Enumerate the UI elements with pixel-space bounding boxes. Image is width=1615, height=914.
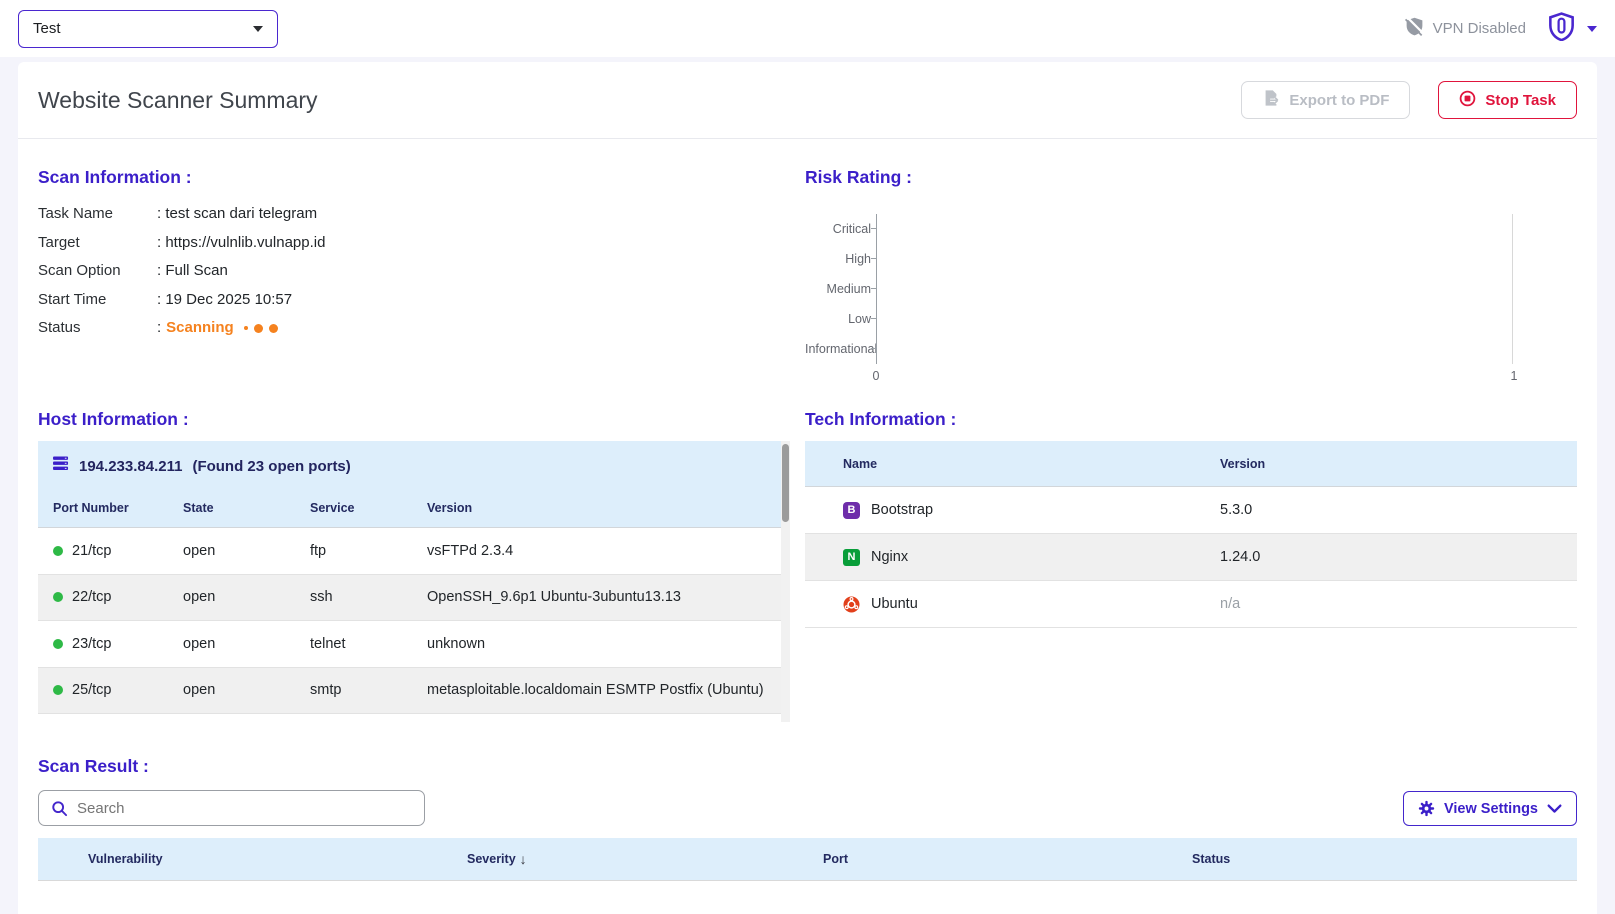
sort-desc-icon: ↓ xyxy=(520,851,527,867)
host-information-section: Host Information : xyxy=(38,409,790,722)
page-background: Website Scanner Summary Export to PDF xyxy=(0,57,1615,914)
port-open-dot-icon xyxy=(53,546,63,556)
result-col-port[interactable]: Port xyxy=(823,852,1192,866)
topbar: Test VPN Disabled xyxy=(0,0,1615,57)
task-selector[interactable]: Test xyxy=(18,10,278,48)
nginx-icon: N xyxy=(843,549,860,566)
file-export-icon xyxy=(1262,89,1280,111)
search-icon xyxy=(51,800,68,817)
export-pdf-button[interactable]: Export to PDF xyxy=(1241,81,1410,119)
chart-ylabel: Medium xyxy=(805,274,871,304)
host-col-version: Version xyxy=(427,501,775,515)
scan-info-row: Target : https://vulnlib.vulnapp.id xyxy=(38,229,790,258)
stop-task-button[interactable]: Stop Task xyxy=(1438,81,1577,119)
scan-information-section: Scan Information : Task Name : test scan… xyxy=(38,167,790,385)
account-menu-caret-icon[interactable] xyxy=(1587,26,1597,32)
risk-rating-title: Risk Rating : xyxy=(805,167,1577,188)
port-open-dot-icon xyxy=(53,685,63,695)
vpn-disabled-icon xyxy=(1404,16,1425,42)
search-box xyxy=(38,790,425,826)
summary-card: Website Scanner Summary Export to PDF xyxy=(18,62,1597,914)
risk-rating-section: Risk Rating : Critical High Medium Low I… xyxy=(805,167,1577,385)
view-settings-button[interactable]: View Settings xyxy=(1403,791,1577,826)
page-title: Website Scanner Summary xyxy=(38,87,318,114)
scan-info-row: Start Time : 19 Dec 2025 10:57 xyxy=(38,286,790,315)
gear-icon xyxy=(1418,800,1435,817)
app-shield-logo-icon xyxy=(1548,12,1575,46)
scan-result-title: Scan Result : xyxy=(38,756,1577,777)
table-row: 21/tcp open ftp vsFTPd 2.3.4 xyxy=(38,528,790,575)
risk-rating-chart: Critical High Medium Low Informational xyxy=(805,214,1577,364)
tech-col-name: Name xyxy=(843,457,1220,471)
chart-ylabel: Informational xyxy=(805,334,871,364)
status-badge: Scanning xyxy=(166,314,234,343)
port-open-dot-icon xyxy=(53,639,63,649)
task-selector-value: Test xyxy=(33,20,61,37)
scan-status-row: Status : Scanning xyxy=(38,314,790,343)
ubuntu-icon xyxy=(843,596,860,613)
table-row: 23/tcp open telnet unknown xyxy=(38,621,790,668)
chart-ylabel: High xyxy=(805,244,871,274)
tech-table: Name Version B Bootstrap 5.3.0 N Ngin xyxy=(805,441,1577,628)
chevron-down-icon xyxy=(253,26,263,32)
server-icon xyxy=(53,456,69,476)
search-input[interactable] xyxy=(77,800,412,817)
scan-info-row: Task Name : test scan dari telegram xyxy=(38,200,790,229)
result-col-severity[interactable]: Severity ↓ xyxy=(467,851,823,867)
table-row: B Bootstrap 5.3.0 xyxy=(805,487,1577,534)
chart-xtick: 1 xyxy=(1511,369,1518,383)
chart-plot-area xyxy=(876,214,1513,364)
tech-information-section: Tech Information : Name Version B Bootst… xyxy=(805,409,1577,722)
host-table: 194.233.84.211 (Found 23 open ports) Por… xyxy=(38,441,790,722)
host-table-scrollbar[interactable] xyxy=(781,441,790,722)
port-open-dot-icon xyxy=(53,592,63,602)
chart-ylabel: Low xyxy=(805,304,871,334)
vpn-status-label: VPN Disabled xyxy=(1433,20,1526,37)
result-col-status[interactable]: Status xyxy=(1192,852,1577,866)
scrollbar-thumb[interactable] xyxy=(782,444,789,522)
table-row: 25/tcp open smtp metasploitable.localdom… xyxy=(38,668,790,715)
table-row: Ubuntu n/a xyxy=(805,581,1577,628)
scan-result-table-header: Vulnerability Severity ↓ Port Status xyxy=(38,838,1577,881)
tech-col-version: Version xyxy=(1220,457,1563,471)
host-col-state: State xyxy=(183,501,310,515)
table-row: 22/tcp open ssh OpenSSH_9.6p1 Ubuntu-3ub… xyxy=(38,575,790,622)
scan-information-title: Scan Information : xyxy=(38,167,790,188)
chart-ylabel: Critical xyxy=(805,214,871,244)
bootstrap-icon: B xyxy=(843,502,860,519)
scan-result-section: Scan Result : xyxy=(38,756,1577,881)
stop-circle-icon xyxy=(1459,90,1476,111)
host-col-port: Port Number xyxy=(53,501,183,515)
host-information-title: Host Information : xyxy=(38,409,790,430)
host-col-service: Service xyxy=(310,501,427,515)
host-ip: 194.233.84.211 xyxy=(79,458,182,475)
chevron-down-icon xyxy=(1547,804,1562,814)
table-row: N Nginx 1.24.0 xyxy=(805,534,1577,581)
result-col-vulnerability[interactable]: Vulnerability xyxy=(88,852,467,866)
tech-information-title: Tech Information : xyxy=(805,409,1577,430)
scan-info-row: Scan Option : Full Scan xyxy=(38,257,790,286)
scanning-progress-dots xyxy=(244,314,278,343)
chart-xtick: 0 xyxy=(873,369,880,383)
host-open-ports-count: (Found 23 open ports) xyxy=(192,458,350,475)
